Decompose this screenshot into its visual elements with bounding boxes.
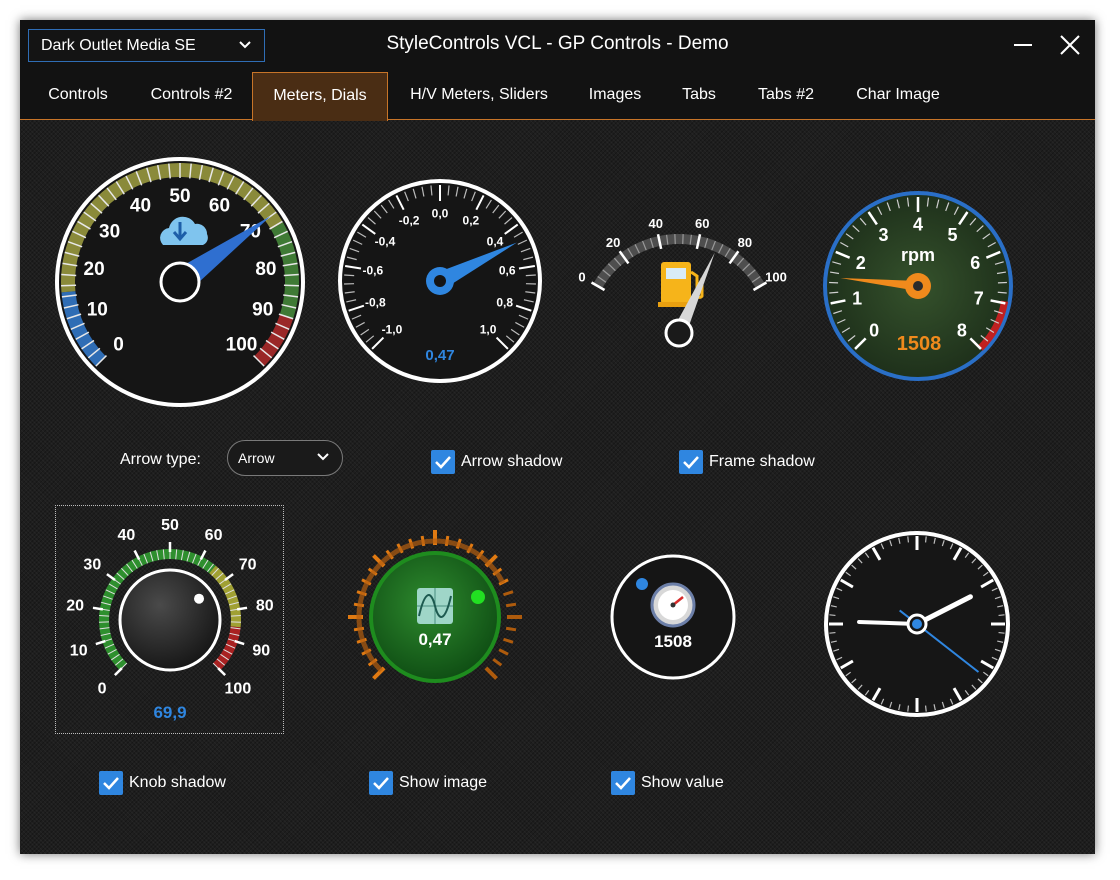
tab-meters-dials[interactable]: Meters, Dials bbox=[252, 72, 388, 121]
minimize-icon bbox=[1014, 44, 1032, 46]
title-bar: Dark Outlet Media SE StyleControls VCL -… bbox=[20, 20, 1095, 72]
minimize-button[interactable] bbox=[1010, 32, 1036, 58]
tab-tabs[interactable]: Tabs bbox=[668, 72, 730, 120]
show-image-label: Show image bbox=[399, 774, 488, 791]
arrow-type-value: Arrow bbox=[238, 450, 275, 466]
checkbox-checked-icon bbox=[99, 771, 123, 795]
close-button[interactable] bbox=[1057, 32, 1083, 58]
knob-focus-frame bbox=[55, 505, 284, 734]
checkbox-checked-icon bbox=[431, 450, 455, 474]
tab-controls[interactable]: Controls bbox=[32, 72, 124, 120]
tab-controls-2[interactable]: Controls #2 bbox=[135, 72, 248, 120]
chevron-down-icon bbox=[316, 441, 330, 487]
tab-hv-meters-sliders[interactable]: H/V Meters, Sliders bbox=[394, 72, 564, 120]
window-title: StyleControls VCL - GP Controls - Demo bbox=[386, 33, 729, 54]
arrow-type-select[interactable]: Arrow bbox=[227, 440, 343, 476]
checkbox-checked-icon bbox=[611, 771, 635, 795]
tab-tabs-2[interactable]: Tabs #2 bbox=[742, 72, 830, 120]
knob-shadow-label: Knob shadow bbox=[129, 774, 226, 791]
checkbox-checked-icon bbox=[369, 771, 393, 795]
tab-char-image[interactable]: Char Image bbox=[842, 72, 954, 120]
checkbox-checked-icon bbox=[679, 450, 703, 474]
close-icon bbox=[1060, 35, 1080, 55]
arrow-shadow-label: Arrow shadow bbox=[461, 453, 563, 470]
tab-bar: Controls Controls #2 Meters, Dials H/V M… bbox=[20, 72, 1095, 121]
frame-shadow-label: Frame shadow bbox=[709, 453, 815, 470]
tab-images[interactable]: Images bbox=[576, 72, 654, 120]
arrow-type-label: Arrow type: bbox=[120, 451, 201, 468]
show-value-label: Show value bbox=[641, 774, 724, 791]
